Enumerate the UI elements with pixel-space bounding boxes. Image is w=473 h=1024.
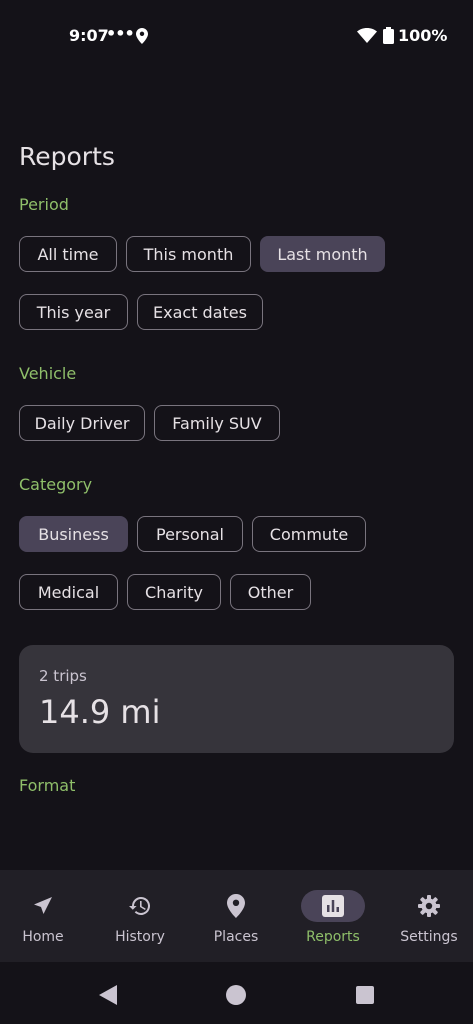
chip-charity[interactable]: Charity xyxy=(127,574,221,610)
location-icon xyxy=(136,28,148,44)
location-pin-icon xyxy=(227,894,245,918)
chip-this-month[interactable]: This month xyxy=(126,236,251,272)
nav-home[interactable]: Home xyxy=(0,870,90,962)
summary-card: 2 trips 14.9 mi xyxy=(19,645,454,753)
chip-daily-driver[interactable]: Daily Driver xyxy=(19,405,145,441)
nav-places-label: Places xyxy=(213,929,259,945)
nav-settings-label: Settings xyxy=(400,929,458,945)
status-bar: 9:07 ••• 100% xyxy=(0,0,473,72)
total-distance: 14.9 mi xyxy=(39,693,161,731)
status-time: 9:07 xyxy=(69,26,109,45)
chip-personal[interactable]: Personal xyxy=(137,516,243,552)
home-circle-icon[interactable] xyxy=(226,985,246,1005)
nav-reports-label: Reports xyxy=(306,929,360,945)
chip-family-suv[interactable]: Family SUV xyxy=(154,405,280,441)
chip-this-year[interactable]: This year xyxy=(19,294,128,330)
nav-history-label: History xyxy=(115,929,165,945)
bottom-navigation: Home History Places Reports Settings xyxy=(0,870,473,962)
vehicle-section-label: Vehicle xyxy=(19,364,77,383)
bar-chart-icon xyxy=(322,895,344,917)
notification-dots: ••• xyxy=(106,24,135,43)
battery-percentage: 100% xyxy=(398,26,448,45)
navigation-arrow-icon xyxy=(34,897,52,914)
nav-reports[interactable]: Reports xyxy=(286,870,380,962)
chip-all-time[interactable]: All time xyxy=(19,236,117,272)
recents-icon[interactable] xyxy=(356,986,374,1004)
wifi-icon xyxy=(357,28,377,43)
page-title: Reports xyxy=(19,142,115,171)
system-navigation-bar xyxy=(0,962,473,1024)
battery-icon xyxy=(383,27,394,44)
back-icon[interactable] xyxy=(99,985,117,1005)
chip-medical[interactable]: Medical xyxy=(19,574,118,610)
chip-business[interactable]: Business xyxy=(19,516,128,552)
chip-other[interactable]: Other xyxy=(230,574,311,610)
trip-count: 2 trips xyxy=(39,667,87,685)
gear-icon xyxy=(418,895,440,917)
chip-last-month[interactable]: Last month xyxy=(260,236,385,272)
nav-places[interactable]: Places xyxy=(189,870,283,962)
nav-history[interactable]: History xyxy=(93,870,187,962)
nav-settings[interactable]: Settings xyxy=(382,870,473,962)
chip-exact-dates[interactable]: Exact dates xyxy=(137,294,263,330)
chip-commute[interactable]: Commute xyxy=(252,516,366,552)
period-section-label: Period xyxy=(19,195,69,214)
category-section-label: Category xyxy=(19,475,93,494)
format-section-label: Format xyxy=(19,776,76,795)
history-icon xyxy=(129,896,151,915)
nav-home-label: Home xyxy=(22,929,64,945)
